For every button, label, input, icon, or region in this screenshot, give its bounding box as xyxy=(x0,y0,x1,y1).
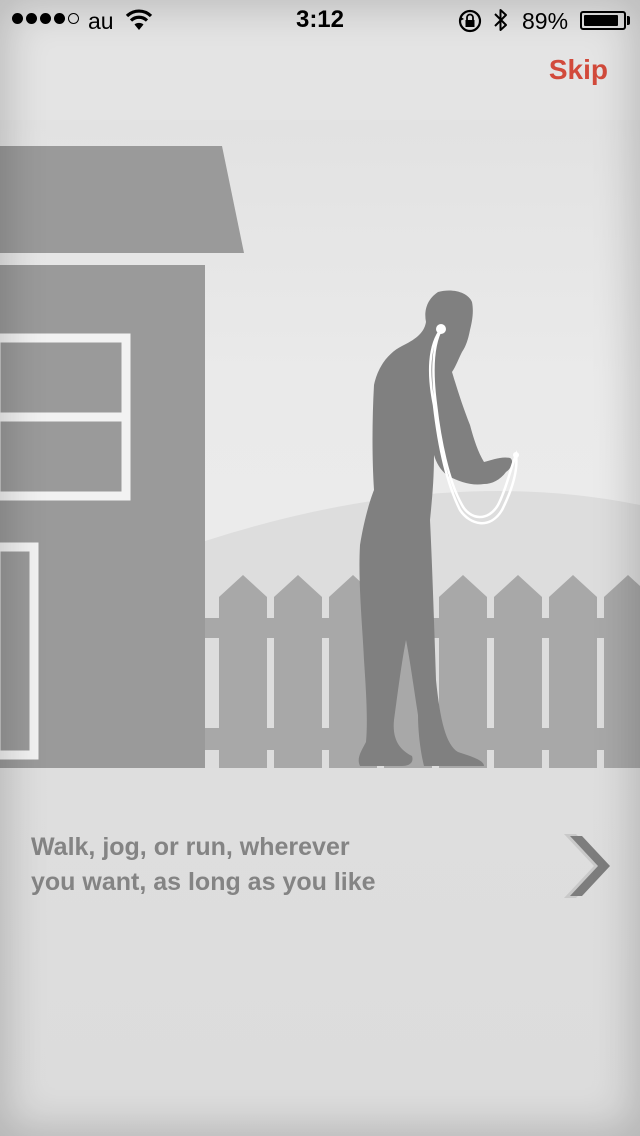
onboarding-screen: au 3:12 89% Skip Walk, jog, or run, wher… xyxy=(0,0,640,1136)
chevron-right-icon xyxy=(564,834,610,898)
caption-line-2: you want, as long as you like xyxy=(31,868,376,896)
skip-button[interactable]: Skip xyxy=(549,54,608,86)
fence-picket xyxy=(494,575,542,768)
onboarding-caption: Walk, jog, or run, wherever you want, as… xyxy=(31,830,491,900)
fence-picket xyxy=(604,575,640,768)
battery-percentage: 89% xyxy=(522,8,569,34)
fence-picket xyxy=(219,575,267,768)
status-bar: au 3:12 89% xyxy=(0,0,640,40)
battery-icon xyxy=(580,11,626,30)
next-page-button[interactable] xyxy=(562,832,614,902)
walking-illustration xyxy=(0,120,640,768)
rotation-lock-icon xyxy=(457,8,483,40)
caption-line-1: Walk, jog, or run, wherever xyxy=(31,833,350,861)
fence-picket xyxy=(274,575,322,768)
fence-picket xyxy=(549,575,597,768)
bluetooth-icon xyxy=(492,6,510,40)
